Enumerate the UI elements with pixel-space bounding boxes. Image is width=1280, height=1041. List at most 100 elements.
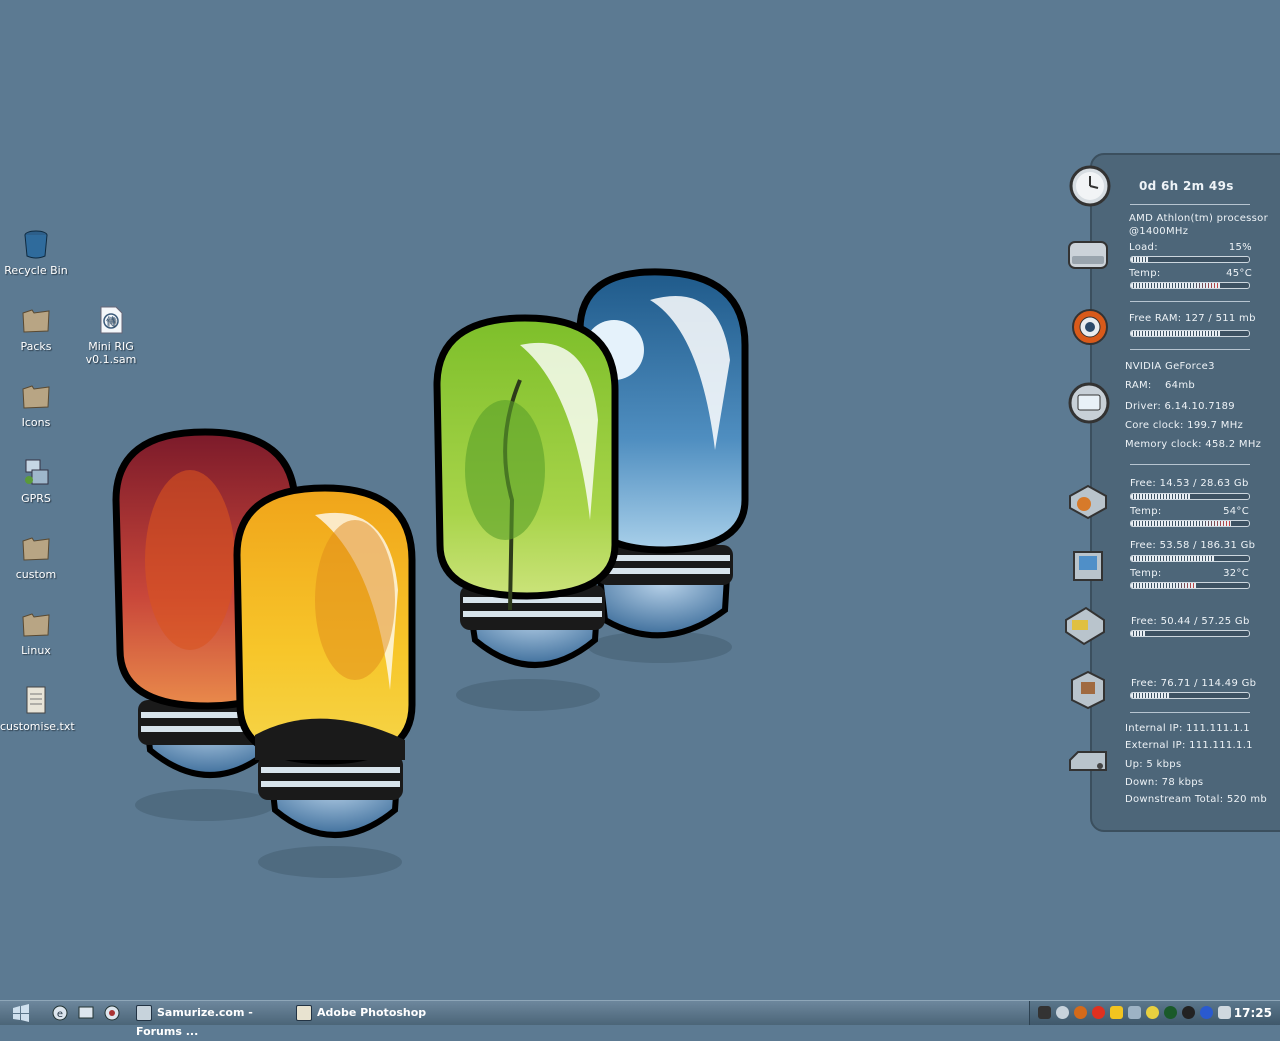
drive-2-temp-label: Temp:	[1130, 568, 1162, 579]
drive-4-free-bar	[1130, 692, 1250, 699]
desktop-icon-label: GPRS	[21, 492, 51, 505]
desktop-icon-linux[interactable]: Linux	[0, 608, 72, 657]
task-label: Adobe Photoshop	[317, 1006, 427, 1019]
drive-2-free: Free: 53.58 / 186.31 Gb	[1130, 540, 1256, 551]
taskbar: e Samurize.com - Forums ... Adobe Photos…	[0, 1000, 1280, 1038]
network-up: Up: 5 kbps	[1125, 759, 1182, 770]
network-down: Down: 78 kbps	[1125, 777, 1204, 788]
drive-1-temp-bar	[1130, 520, 1250, 527]
tray-bluetooth-icon[interactable]	[1200, 1006, 1213, 1019]
tray-monitor-icon[interactable]	[1128, 1006, 1141, 1019]
tray-record-icon[interactable]	[1092, 1006, 1105, 1019]
system-tray: 17:25	[1029, 1001, 1280, 1025]
cpu-load-label: Load:	[1129, 242, 1158, 253]
tray-power-icon[interactable]	[1164, 1006, 1177, 1019]
text-file-icon	[26, 686, 46, 714]
tray-network-icon[interactable]	[1218, 1006, 1231, 1019]
gpu-driver: Driver: 6.14.10.7189	[1125, 401, 1235, 412]
desktop-icon-label: Icons	[21, 416, 51, 429]
drive-2-temp-value: 32°C	[1223, 568, 1249, 579]
free-ram-bar	[1130, 330, 1250, 337]
recycle-bin-icon	[24, 230, 48, 259]
separator	[1130, 349, 1250, 350]
drive-1-free: Free: 14.53 / 28.63 Gb	[1130, 478, 1249, 489]
svg-text:e: e	[57, 1009, 63, 1020]
drive-2-free-bar	[1130, 555, 1250, 562]
tray-gear-icon[interactable]	[1074, 1006, 1087, 1019]
samurize-file-icon: 侍	[100, 306, 123, 334]
gpu-core-clock: Core clock: 199.7 MHz	[1125, 420, 1244, 431]
hard-drive-icon	[1069, 484, 1107, 520]
desktop-icon-label: Recycle Bin	[4, 264, 68, 277]
external-ip: External IP: 111.111.1.1	[1125, 740, 1253, 751]
task-label: Samurize.com - Forums ...	[136, 1006, 253, 1038]
taskbar-clock[interactable]: 17:25	[1234, 1001, 1272, 1025]
tray-display-icon[interactable]	[1146, 1006, 1159, 1019]
drive-4-free: Free: 76.71 / 114.49 Gb	[1131, 678, 1257, 689]
desktop-icon-label: customise.txt	[0, 720, 75, 733]
gpu-memory-clock: Memory clock: 458.2 MHz	[1125, 439, 1262, 450]
task-button-adobe-photoshop[interactable]: Adobe Photoshop	[296, 1003, 446, 1022]
separator	[1130, 204, 1250, 205]
gpu-ram-label: RAM:	[1125, 380, 1152, 391]
uptime-value: 0d 6h 2m 49s	[1139, 179, 1234, 193]
drive-2-temp-bar	[1130, 582, 1250, 589]
desktop-icon-gprs[interactable]: GPRS	[0, 456, 72, 505]
desktop-icon-recycle-bin[interactable]: Recycle Bin	[0, 228, 72, 277]
desktop-icon-label: Mini RIG v0.1.sam	[85, 340, 137, 366]
cpu-name: AMD Athlon(tm) processor	[1129, 213, 1269, 224]
hard-drive-icon	[1073, 551, 1103, 581]
separator	[1130, 712, 1250, 713]
separator	[1130, 301, 1250, 302]
hard-drive-icon	[1065, 606, 1105, 646]
gpu-name: NVIDIA GeForce3	[1125, 361, 1215, 372]
clock-icon	[1069, 165, 1111, 207]
gear-eye-icon	[1072, 309, 1108, 345]
folder-icon	[22, 613, 50, 637]
quicklaunch-media-icon[interactable]	[104, 1005, 120, 1021]
drive-3-free-bar	[1130, 630, 1250, 637]
internal-ip: Internal IP: 111.111.1.1	[1125, 723, 1250, 734]
browser-window-icon	[136, 1005, 152, 1021]
desktop-icon-label: custom	[15, 568, 57, 581]
package-icon	[1071, 670, 1105, 710]
folder-icon	[22, 385, 50, 409]
tray-samurize-icon[interactable]	[1056, 1006, 1069, 1019]
desktop-icon-custom[interactable]: custom	[0, 532, 72, 581]
drive-3-free: Free: 50.44 / 57.25 Gb	[1131, 616, 1250, 627]
desktop-icon-icons[interactable]: Icons	[0, 380, 72, 429]
cpu-icon	[1068, 241, 1108, 269]
cpu-temp-value: 45°C	[1226, 268, 1252, 279]
separator	[1130, 464, 1250, 465]
cpu-load-value: 15%	[1228, 242, 1252, 253]
cpu-speed: @1400MHz	[1129, 226, 1189, 237]
quicklaunch-desktop-icon[interactable]	[78, 1005, 94, 1021]
downstream-total: Downstream Total: 520 mb	[1125, 794, 1268, 805]
gpu-ram-value: 64mb	[1165, 380, 1196, 391]
desktop-icon-label: Packs	[20, 340, 52, 353]
quicklaunch-browser-icon[interactable]: e	[52, 1005, 68, 1021]
cpu-temp-label: Temp:	[1129, 268, 1161, 279]
network-icon	[25, 459, 49, 485]
drive-1-temp-label: Temp:	[1130, 506, 1162, 517]
photoshop-icon	[296, 1005, 312, 1021]
desktop-icon-mini-rig[interactable]: 侍 Mini RIG v0.1.sam	[75, 304, 147, 366]
drive-1-temp-value: 54°C	[1223, 506, 1249, 517]
folder-icon	[22, 309, 50, 333]
desktop-icon-label: Linux	[21, 644, 51, 657]
monitor-icon	[1068, 382, 1110, 424]
desktop-icon-packs[interactable]: Packs	[0, 304, 72, 353]
folder-icon	[22, 537, 50, 561]
tray-antivirus-icon[interactable]	[1182, 1006, 1195, 1019]
svg-text:侍: 侍	[106, 316, 116, 328]
tray-chat-icon[interactable]	[1110, 1006, 1123, 1019]
network-device-icon	[1069, 751, 1107, 771]
tray-pen-icon[interactable]	[1038, 1006, 1051, 1019]
start-button[interactable]	[10, 1004, 32, 1022]
cpu-temp-bar	[1130, 282, 1250, 289]
drive-1-free-bar	[1130, 493, 1250, 500]
cpu-load-bar	[1130, 256, 1250, 263]
task-button-samurize-forums[interactable]: Samurize.com - Forums ...	[136, 1003, 288, 1038]
free-ram-text: Free RAM: 127 / 511 mb	[1129, 313, 1256, 324]
desktop-icon-customise-txt[interactable]: customise.txt	[0, 684, 75, 733]
